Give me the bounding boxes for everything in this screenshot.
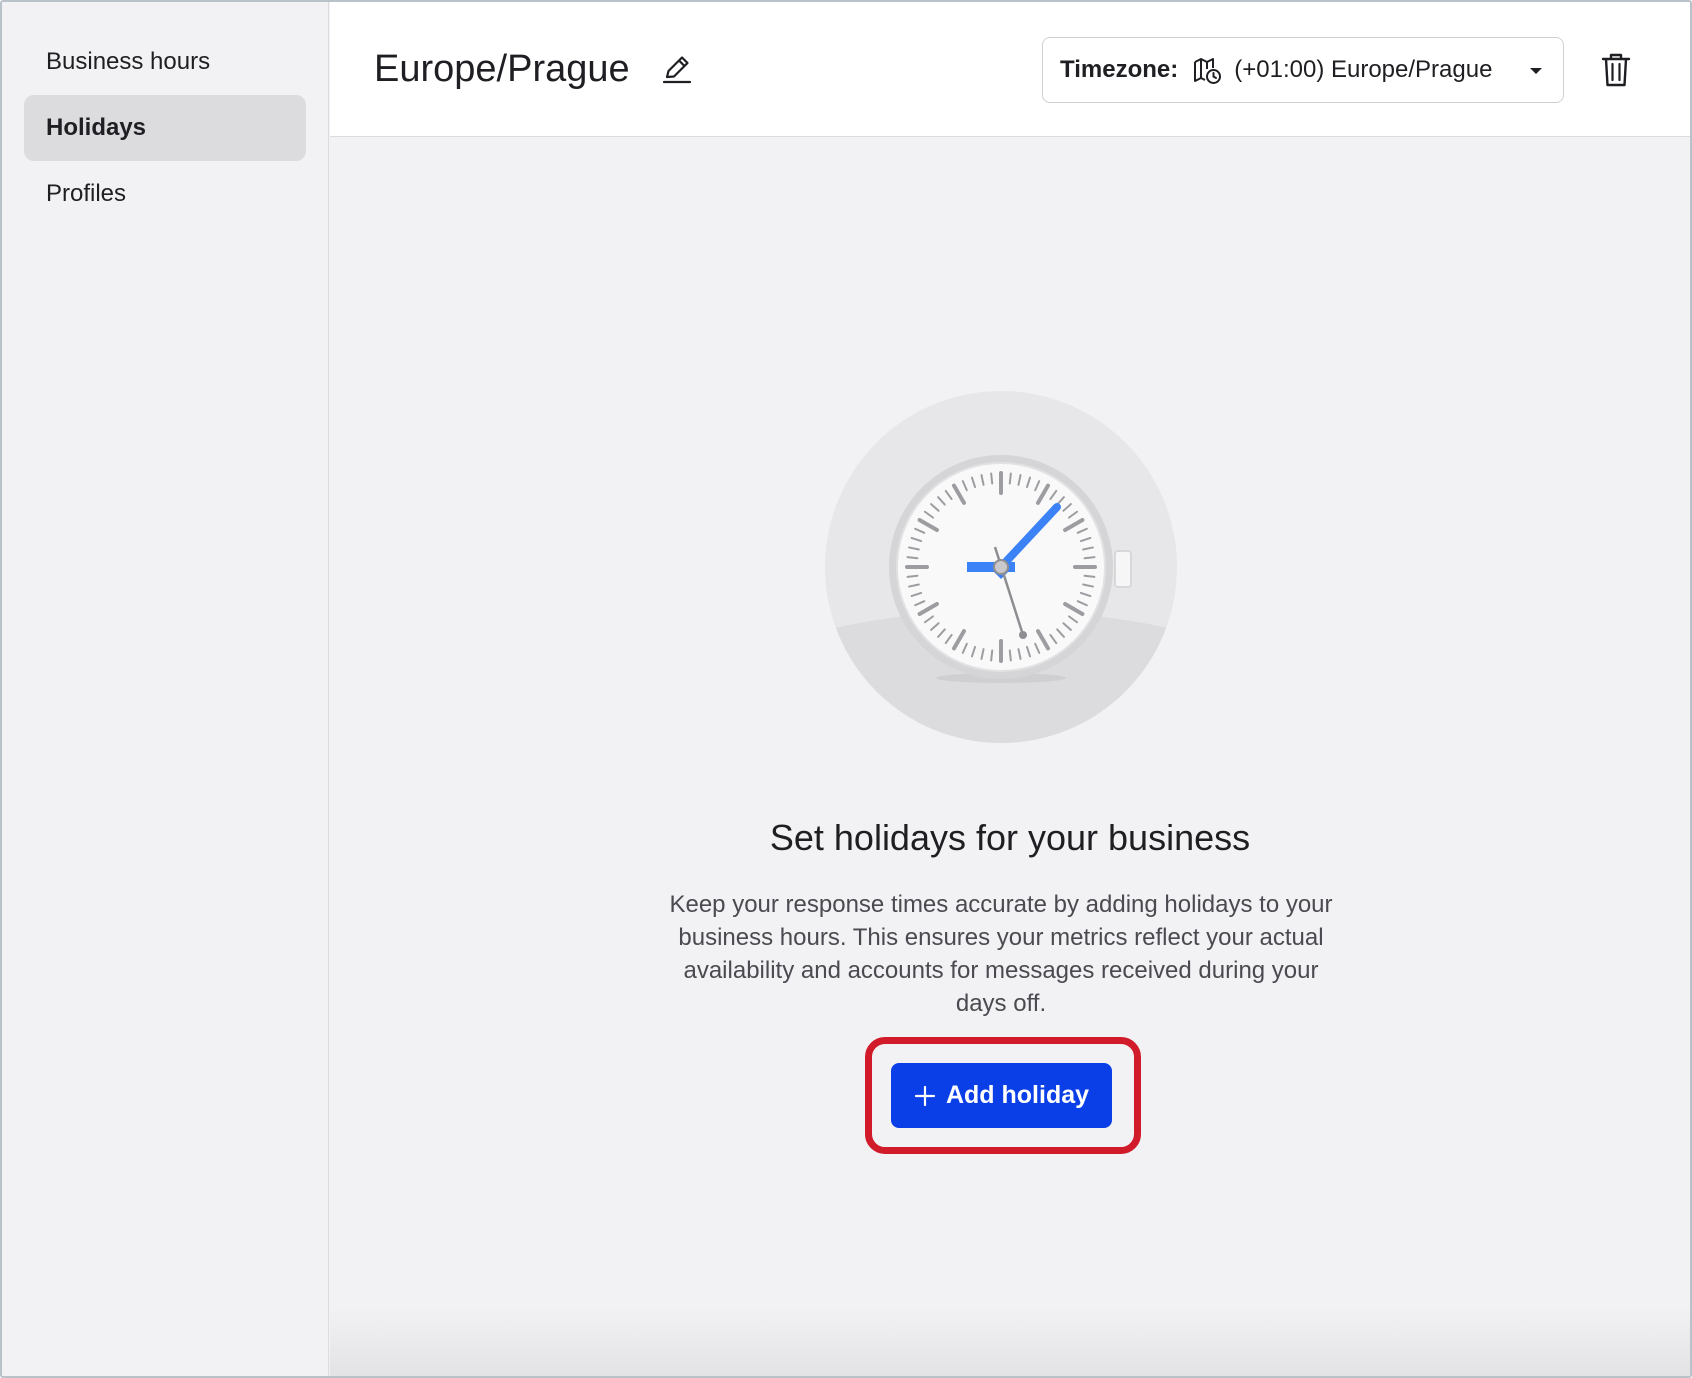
clock-tick [1083,574,1096,578]
caret-down-icon [1530,68,1542,74]
timezone-label: Timezone: [1060,56,1179,83]
timezone-value: (+01:00) Europe/Prague [1234,56,1493,83]
trash-icon [1601,53,1631,87]
clock-tick [906,574,919,578]
sidebar-item-profiles[interactable]: Profiles [24,161,306,227]
plus-icon [914,1085,936,1106]
delete-button[interactable] [1600,52,1632,88]
sidebar-item-label: Profiles [46,180,127,207]
clock-tick [1083,556,1096,560]
timezone-select[interactable]: Timezone: (+01:00) Europe/Prague [1042,37,1564,103]
add-holiday-label: Add holiday [945,1081,1090,1109]
add-holiday-button[interactable]: Add holiday [891,1063,1112,1128]
sidebar-item-label: Business hours [46,48,211,75]
sidebar-item-business-hours[interactable]: Business hours [24,29,306,95]
empty-state-title: Set holidays for your business [769,817,1251,858]
sidebar-item-holidays[interactable]: Holidays [24,95,306,161]
page-title: Europe/Prague [374,48,630,90]
clock-tick [990,649,994,662]
bottom-fade [330,1306,1690,1376]
clock-icon [825,391,1177,743]
clock-tick [1008,649,1012,662]
clock-illustration [825,391,1177,743]
main-content: Europe/Prague Timezone: (+01:00) Europe/… [330,2,1690,1376]
map-clock-icon [1194,58,1222,84]
pencil-icon [662,56,692,84]
clock-tick [906,556,919,560]
clock-tick [990,472,994,485]
edit-title-button[interactable] [660,52,694,86]
sidebar-item-label: Holidays [46,114,147,141]
sidebar: Business hours Holidays Profiles [2,2,329,1376]
empty-state-description: Keep your response times accurate by add… [669,891,1333,1017]
page-header: Europe/Prague Timezone: (+01:00) Europe/… [330,2,1690,137]
clock-tick [1008,472,1012,485]
app-window: Business hours Holidays Profiles Europe/… [0,0,1692,1378]
